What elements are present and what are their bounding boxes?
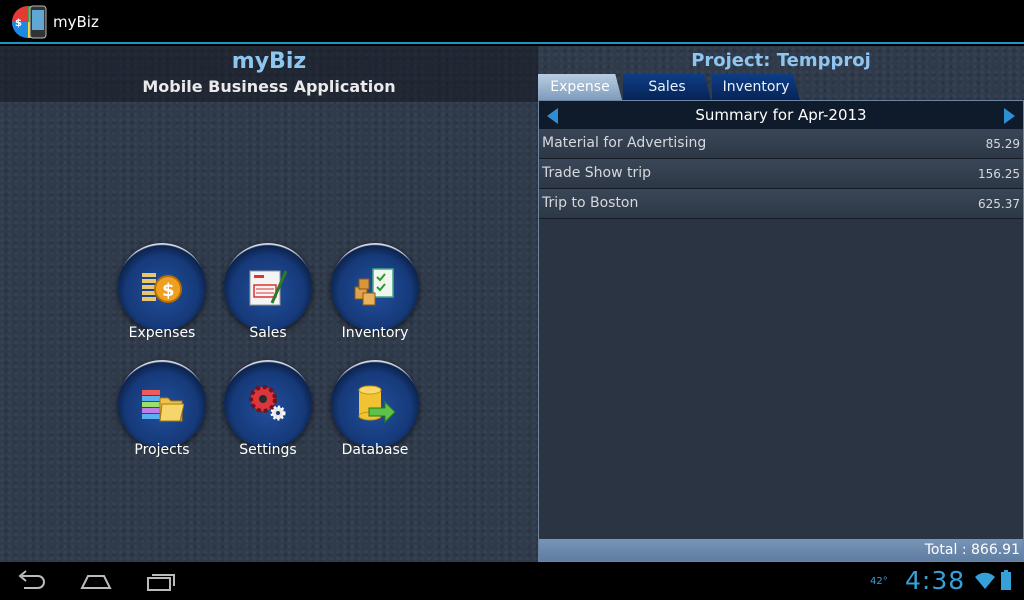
- system-nav-bar: 42° 4:38: [0, 562, 1024, 600]
- row-description: Trip to Boston: [542, 195, 639, 211]
- brand-title: myBiz: [231, 49, 307, 74]
- svg-text:$: $: [162, 280, 175, 301]
- tab-expense[interactable]: Expense: [538, 74, 622, 100]
- sales-icon: [249, 270, 288, 306]
- clock: 4:38: [905, 566, 966, 595]
- settings-icon: [249, 385, 286, 421]
- table-row[interactable]: Material for Advertising 85.29: [539, 129, 1023, 159]
- table-row[interactable]: Trade Show trip 156.25: [539, 159, 1023, 189]
- expenses-button[interactable]: $: [118, 243, 206, 331]
- sales-label: Sales: [249, 325, 287, 341]
- projects-tile[interactable]: Projects: [112, 360, 212, 470]
- row-description: Trade Show trip: [542, 165, 652, 181]
- inventory-tile[interactable]: Inventory: [325, 243, 425, 353]
- battery-icon: [1001, 570, 1011, 590]
- summary-header: Summary for Apr-2013: [539, 101, 1023, 129]
- settings-button[interactable]: [224, 360, 312, 448]
- database-label: Database: [341, 442, 409, 458]
- row-amount: 156.25: [978, 167, 1020, 181]
- inventory-button[interactable]: [331, 243, 419, 331]
- app-title: myBiz: [53, 13, 99, 31]
- inventory-icon: [354, 268, 394, 306]
- action-bar: $ myBiz: [0, 0, 1024, 44]
- expense-summary-panel: Summary for Apr-2013 Material for Advert…: [538, 100, 1024, 562]
- row-amount: 625.37: [978, 197, 1020, 211]
- expenses-icon: $: [142, 273, 182, 303]
- expenses-label: Expenses: [128, 325, 196, 341]
- back-icon[interactable]: [12, 568, 52, 594]
- project-panel: Project: Tempproj Expense Sales Inventor…: [538, 46, 1024, 562]
- wifi-icon: [975, 572, 995, 590]
- row-description: Material for Advertising: [542, 135, 707, 151]
- inventory-label: Inventory: [341, 325, 409, 341]
- settings-label: Settings: [239, 442, 297, 458]
- database-button[interactable]: [331, 360, 419, 448]
- sales-button[interactable]: [224, 243, 312, 331]
- total-bar: Total : 866.91: [539, 539, 1023, 561]
- row-amount: 85.29: [985, 137, 1020, 151]
- svg-text:$: $: [15, 18, 22, 29]
- main-area: myBiz Mobile Business Application $ Expe…: [0, 46, 1024, 562]
- next-month-icon[interactable]: [1004, 108, 1015, 124]
- temperature-indicator: 42°: [870, 576, 888, 587]
- brand-subtitle: Mobile Business Application: [142, 77, 396, 96]
- database-tile[interactable]: Database: [325, 360, 425, 470]
- projects-label: Projects: [134, 442, 190, 458]
- total-amount: Total : 866.91: [924, 542, 1020, 558]
- home-panel: myBiz Mobile Business Application $ Expe…: [0, 46, 538, 562]
- database-icon: [358, 385, 396, 424]
- tab-inventory[interactable]: Inventory: [712, 74, 800, 100]
- settings-tile[interactable]: Settings: [218, 360, 318, 470]
- projects-button[interactable]: [118, 360, 206, 448]
- home-icon[interactable]: [76, 568, 116, 594]
- app-logo-icon[interactable]: $: [10, 4, 48, 40]
- tab-bar: Expense Sales Inventory: [538, 74, 1024, 100]
- table-row[interactable]: Trip to Boston 625.37: [539, 189, 1023, 219]
- summary-title: Summary for Apr-2013: [695, 106, 867, 124]
- tab-sales[interactable]: Sales: [623, 74, 711, 100]
- projects-icon: [142, 390, 184, 422]
- recent-apps-icon[interactable]: [140, 568, 180, 594]
- home-header: myBiz Mobile Business Application: [0, 46, 538, 102]
- sales-tile[interactable]: Sales: [218, 243, 318, 353]
- expenses-tile[interactable]: $ Expenses: [112, 243, 212, 353]
- project-title: Project: Tempproj: [691, 50, 871, 71]
